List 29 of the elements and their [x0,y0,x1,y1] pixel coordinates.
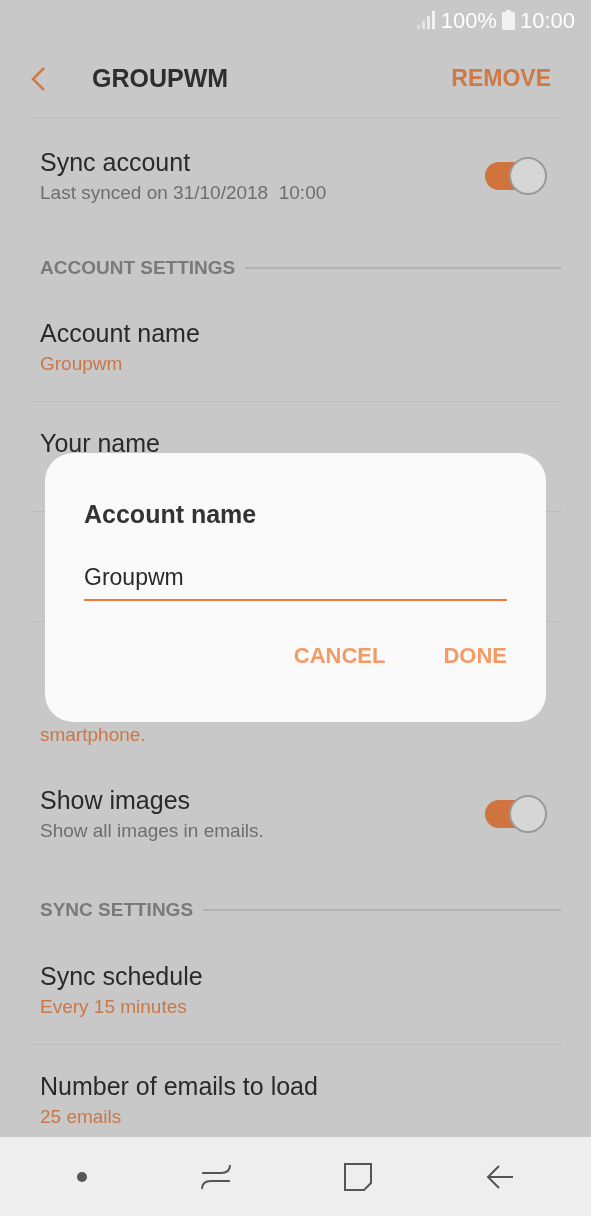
setting-title: Your name [40,428,160,459]
recent-apps-icon[interactable] [200,1162,231,1191]
battery-icon [501,10,515,30]
cancel-button[interactable]: CANCEL [293,639,386,672]
setting-value: Every 15 minutes [40,995,187,1019]
setting-value: 25 emails [40,1105,122,1129]
remove-button[interactable]: REMOVE [451,61,551,96]
back-icon [30,65,46,92]
dialog-title: Account name [84,499,258,530]
done-button[interactable]: DONE [443,639,507,672]
toggle-switch[interactable] [485,795,547,833]
setting-title: Sync schedule [40,961,203,992]
setting-description: Last synced on 31/10/2018 10:00 [40,181,327,205]
setting-value: smartphone. [40,723,146,747]
input-field[interactable]: Groupwm [84,555,507,601]
toggle-switch[interactable] [485,157,547,195]
setting-title: Number of emails to load [40,1071,318,1102]
section-header: ACCOUNT SETTINGS [40,255,236,280]
page-title: GROUPWM [92,62,229,94]
setting-value: Groupwm [40,352,123,376]
dot-icon[interactable] [76,1171,87,1182]
section-header: SYNC SETTINGS [40,897,194,922]
setting-title: Show images [40,785,191,816]
back-icon[interactable] [486,1164,515,1189]
setting-title: Account name [40,318,200,349]
setting-description: Show all images in emails. [40,819,264,843]
signal-icon [415,11,436,29]
home-icon[interactable] [344,1162,373,1191]
setting-title: Sync account [40,147,191,178]
